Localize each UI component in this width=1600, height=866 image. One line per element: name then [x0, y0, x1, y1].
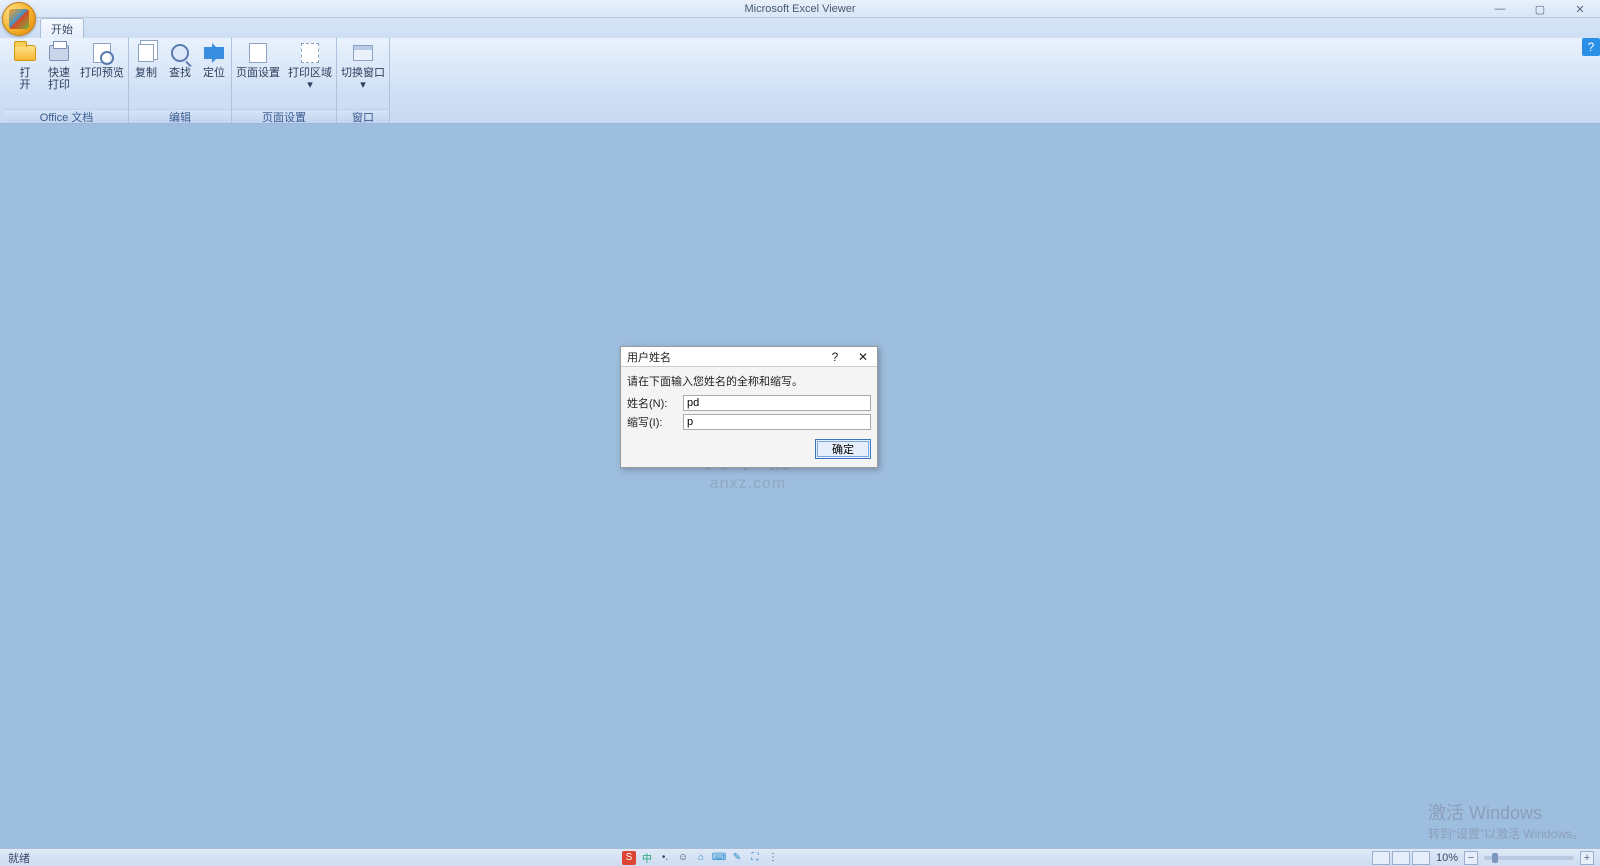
- print-area-button[interactable]: 打印区域 ▾: [284, 38, 336, 91]
- name-input[interactable]: [683, 395, 871, 411]
- view-normal-button[interactable]: [1372, 851, 1390, 865]
- window-controls: — ▢ ✕: [1480, 0, 1600, 18]
- ime-voice-icon[interactable]: ⌂: [694, 851, 708, 865]
- print-preview-label: 打印预览: [80, 67, 124, 79]
- zoom-in-button[interactable]: +: [1580, 851, 1594, 865]
- dialog-prompt: 请在下面输入您姓名的全称和缩写。: [627, 373, 871, 389]
- find-icon: [168, 41, 192, 65]
- ribbon-tab-row: 开始: [0, 18, 1600, 38]
- copy-icon: [134, 41, 158, 65]
- dialog-title: 用户姓名: [627, 349, 671, 365]
- folder-open-icon: [13, 41, 37, 65]
- zoom-percent: 10%: [1436, 852, 1458, 864]
- print-preview-button[interactable]: 打印预览: [76, 38, 128, 79]
- dialog-help-button[interactable]: ?: [821, 347, 849, 366]
- zoom-slider[interactable]: [1484, 856, 1574, 860]
- ime-skin-icon[interactable]: ⛶: [748, 851, 762, 865]
- copy-button[interactable]: 复制: [129, 38, 163, 79]
- open-label: 打 开: [20, 67, 31, 91]
- window-close-button[interactable]: ✕: [1560, 0, 1600, 18]
- initials-label: 缩写(I):: [627, 414, 683, 430]
- goto-button[interactable]: 定位: [197, 38, 231, 79]
- zoom-slider-thumb[interactable]: [1492, 853, 1498, 863]
- print-area-icon: [298, 41, 322, 65]
- tab-home[interactable]: 开始: [40, 18, 84, 38]
- ribbon-group-office-doc: 打 开 快速 打印 打印预览 Office 文档: [5, 38, 129, 123]
- user-name-dialog: 用户姓名 ? ✕ 请在下面输入您姓名的全称和缩写。 姓名(N): 缩写(I): …: [620, 346, 878, 468]
- dialog-close-button[interactable]: ✕: [849, 347, 877, 366]
- office-logo-icon: [9, 9, 29, 29]
- quick-print-label: 快速 打印: [48, 67, 70, 91]
- name-label: 姓名(N):: [627, 395, 683, 411]
- ime-s-icon[interactable]: S: [622, 851, 636, 865]
- minimize-button[interactable]: —: [1480, 0, 1520, 18]
- view-page-break-button[interactable]: [1412, 851, 1430, 865]
- ribbon: 打 开 快速 打印 打印预览 Office 文档 复制 查找 定位 编辑: [0, 38, 1600, 124]
- ribbon-group-window: 切换窗口 ▾ 窗口: [337, 38, 390, 123]
- dialog-titlebar[interactable]: 用户姓名 ? ✕: [621, 347, 877, 367]
- status-right: 10% − +: [1372, 851, 1600, 865]
- print-area-label: 打印区域 ▾: [288, 67, 332, 91]
- page-icon: [246, 41, 270, 65]
- dialog-controls: ? ✕: [821, 347, 877, 366]
- page-setup-button[interactable]: 页面设置: [232, 38, 284, 79]
- group-label-page-setup: 页面设置: [232, 109, 336, 123]
- zoom-out-button[interactable]: −: [1464, 851, 1478, 865]
- title-bar: Microsoft Excel Viewer — ▢ ✕: [0, 0, 1600, 18]
- maximize-button[interactable]: ▢: [1520, 0, 1560, 18]
- group-label-edit: 编辑: [129, 109, 231, 123]
- ime-punct-icon[interactable]: •.: [658, 851, 672, 865]
- workspace: [0, 124, 1600, 848]
- office-button[interactable]: [2, 2, 36, 36]
- ime-keyboard-icon[interactable]: ⌨: [712, 851, 726, 865]
- ime-pen-icon[interactable]: ✎: [730, 851, 744, 865]
- ime-menu-icon[interactable]: ⋮: [766, 851, 780, 865]
- page-setup-label: 页面设置: [236, 67, 280, 79]
- window-icon: [351, 41, 375, 65]
- app-title: Microsoft Excel Viewer: [744, 3, 855, 15]
- ribbon-group-edit: 复制 查找 定位 编辑: [129, 38, 232, 123]
- arrow-right-icon: [202, 41, 226, 65]
- view-page-layout-button[interactable]: [1392, 851, 1410, 865]
- initials-input[interactable]: [683, 414, 871, 430]
- ime-toolbar: S 中 •. ☺ ⌂ ⌨ ✎ ⛶ ⋮: [616, 851, 786, 865]
- find-label: 查找: [169, 67, 191, 79]
- find-button[interactable]: 查找: [163, 38, 197, 79]
- group-label-office-doc: Office 文档: [5, 109, 128, 123]
- open-button[interactable]: 打 开: [8, 38, 42, 91]
- status-bar: 就绪 S 中 •. ☺ ⌂ ⌨ ✎ ⛶ ⋮ 10% − +: [0, 848, 1600, 866]
- dialog-body: 请在下面输入您姓名的全称和缩写。 姓名(N): 缩写(I): 确定: [621, 367, 877, 467]
- ime-emoji-icon[interactable]: ☺: [676, 851, 690, 865]
- ribbon-group-page-setup: 页面设置 打印区域 ▾ 页面设置: [232, 38, 337, 123]
- switch-window-label: 切换窗口 ▾: [341, 67, 385, 91]
- quick-print-button[interactable]: 快速 打印: [42, 38, 76, 91]
- ok-button[interactable]: 确定: [815, 439, 871, 459]
- status-ready: 就绪: [0, 850, 30, 866]
- goto-label: 定位: [203, 67, 225, 79]
- print-preview-icon: [90, 41, 114, 65]
- group-label-window: 窗口: [337, 109, 389, 123]
- switch-window-button[interactable]: 切换窗口 ▾: [337, 38, 389, 91]
- ime-lang-icon[interactable]: 中: [640, 851, 654, 865]
- printer-icon: [47, 41, 71, 65]
- copy-label: 复制: [135, 67, 157, 79]
- help-badge[interactable]: ?: [1582, 38, 1600, 56]
